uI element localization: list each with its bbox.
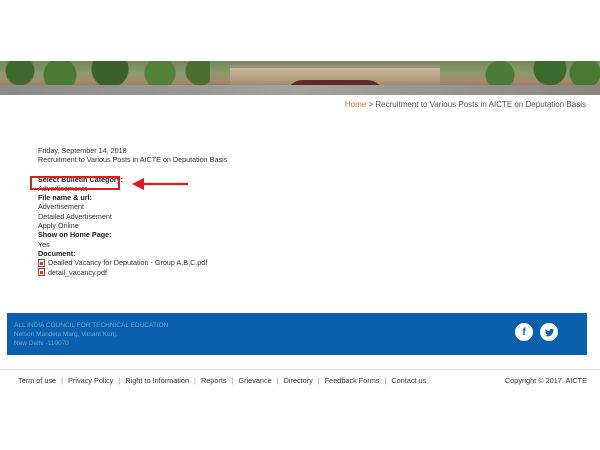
file-name-value-1: Advertisement [38,202,84,212]
twitter-bird-icon [544,328,554,336]
footer-link-feedback[interactable]: Feedback Forms [320,376,385,385]
footer-link-privacy[interactable]: Privacy Policy [63,376,118,385]
banner-road [0,85,600,95]
breadcrumb: Home > Recruitment to Various Posts in A… [345,100,586,109]
footer-address: ALL INDIA COUNCIL FOR TECHNICAL EDUCATIO… [14,321,168,348]
show-on-home-label: Show on Home Page: [38,230,112,240]
article-content: Friday, September 14, 2018 Recruitment t… [38,146,227,277]
pdf-icon [38,268,45,277]
twitter-icon[interactable] [540,323,558,341]
facebook-icon[interactable]: f [515,323,533,341]
footer-link-grievance[interactable]: Grievance [233,376,276,385]
file-name-value-2: Detailed Advertisement [38,211,112,221]
footer-contact-panel: ALL INDIA COUNCIL FOR TECHNICAL EDUCATIO… [7,313,587,355]
breadcrumb-separator: > [366,100,376,109]
footer-link-reports[interactable]: Reports [196,376,232,385]
footer-link-rti[interactable]: Right to Information [120,376,194,385]
footer-link-directory[interactable]: Directory [279,376,318,385]
document-label: Document: [38,248,76,258]
footer-divider [0,369,600,370]
document-link[interactable]: detail_vacancy.pdf [48,268,107,277]
article-title: Recruitment to Various Posts in AICTE on… [38,155,228,165]
footer-address-line: Nelson Mandela Marg, Vasant Kunj, [14,331,118,338]
document-link-row[interactable]: Deailed Vacancy for Deputation - Group A… [38,258,227,267]
footer-link-contact[interactable]: Contact us [386,376,431,385]
breadcrumb-home-link[interactable]: Home [345,100,366,109]
header-banner-image [0,61,600,95]
document-link-row[interactable]: detail_vacancy.pdf [38,268,227,277]
copyright-text: Copyright © 2017. AICTE [504,376,587,385]
file-name-label: File name & url: [38,193,92,203]
show-on-home-value: Yes [38,239,50,249]
article-date: Friday, September 14, 2018 [38,146,127,155]
pdf-icon [38,258,45,267]
footer-address-city: New Delhi -110070 [14,340,69,347]
highlight-box [30,176,120,190]
red-arrow-icon [132,178,188,190]
file-name-value-3: Apply Online [38,221,79,231]
footer-link-terms[interactable]: Term of use [18,376,61,385]
breadcrumb-current: Recruitment to Various Posts in AICTE on… [375,100,586,109]
document-link[interactable]: Deailed Vacancy for Deputation - Group A… [48,258,207,267]
footer-links: Term of use | Privacy Policy | Right to In… [18,376,431,385]
footer-org-name: ALL INDIA COUNCIL FOR TECHNICAL EDUCATIO… [14,322,169,329]
